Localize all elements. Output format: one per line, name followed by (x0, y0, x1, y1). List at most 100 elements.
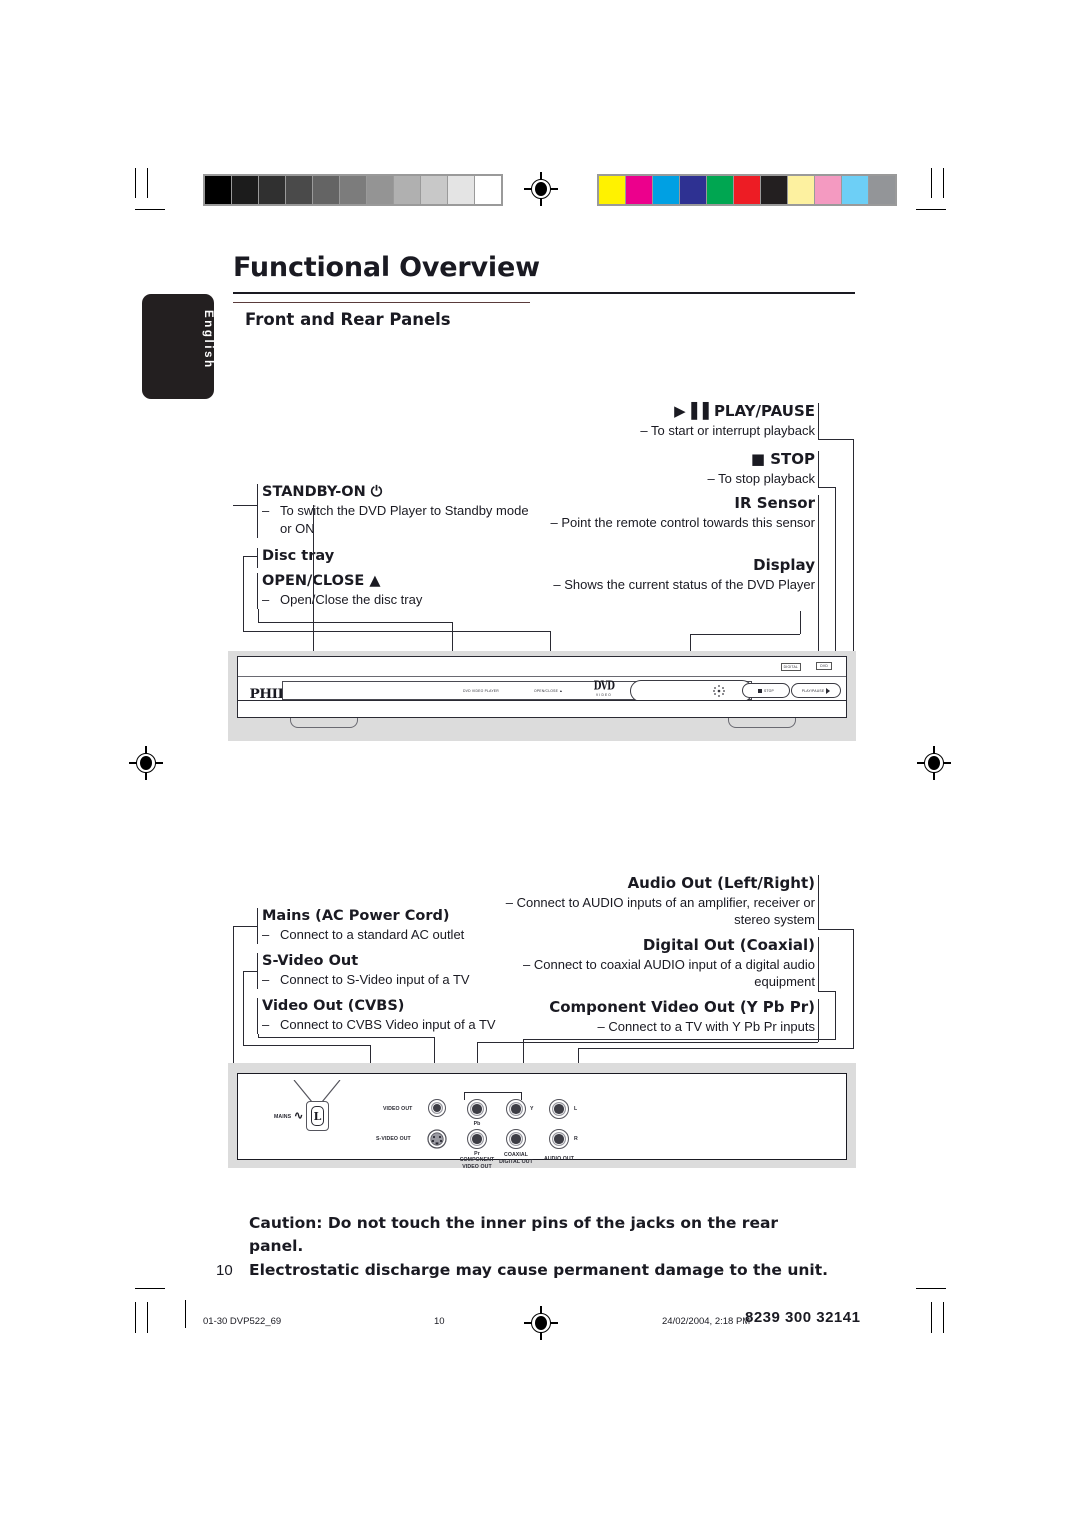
crop-mark-bottom-right (900, 1288, 946, 1333)
component-pb-jack (467, 1099, 487, 1119)
callout-video-out-cvbs: Video Out (CVBS) – Connect to CVBS Video… (262, 997, 552, 1034)
color-swatch (869, 176, 895, 204)
leader-digital-v (835, 991, 837, 1040)
callout-ir-sensor: IR Sensor – Point the remote control tow… (520, 494, 815, 531)
front-panel-top-strip (238, 657, 846, 677)
leader-disc-tray-v (243, 556, 245, 631)
callout-open-close-dash: – (262, 592, 270, 608)
subtitle-rule (233, 302, 530, 304)
front-panel-bottom-lip (237, 700, 847, 718)
callout-video-out-cvbs-body: – Connect to CVBS Video input of a TV (262, 1016, 552, 1034)
mains-connector: L (306, 1101, 329, 1131)
callout-open-close-text: Open/Close the disc tray (280, 592, 423, 608)
caution-line-1: Caution: Do not touch the inner pins of … (249, 1214, 779, 1256)
video-out-label: VIDEO OUT (383, 1106, 413, 1112)
mains-ac-symbol: ∿ (294, 1110, 304, 1122)
callout-play-pause-heading: ▶▐▐ PLAY/PAUSE (674, 402, 815, 420)
callout-stop-heading: ■ STOP (750, 450, 815, 468)
front-panel-badge-left: DIGITAL (780, 663, 801, 671)
callout-stop-body: – To stop playback (707, 470, 815, 486)
component-bracket-left (464, 1092, 466, 1100)
leader-display-v (800, 611, 802, 634)
callout-disc-tray-heading: Disc tray (262, 548, 335, 564)
registration-mark-left (129, 746, 163, 780)
open-close-label[interactable]: OPEN/CLOSE ▲ (534, 689, 563, 693)
color-swatch (653, 176, 679, 204)
callout-video-out-cvbs-dash: – (262, 1017, 270, 1033)
audio-out-right-jack (549, 1129, 569, 1149)
leader-mains-h (233, 926, 258, 928)
color-swatch (815, 176, 841, 204)
footer-timestamp: 24/02/2004, 2:18 PM (662, 1316, 751, 1327)
page-number: 10 (216, 1262, 233, 1279)
mains-plug-glyph: L (311, 1106, 324, 1126)
front-panel-foot-left (290, 718, 358, 728)
rear-panel-illustration: L MAINS ∿ VIDEO OUT S-VIDEO OUT Pb Pr CO… (237, 1073, 847, 1170)
callout-standby-on: STANDBY-ON ⏻ – To switch the DVD Player … (262, 483, 542, 537)
leader-audio-h2 (578, 1048, 854, 1050)
front-panel-badge-right: DVD (816, 662, 832, 670)
leader-play-pause-h (818, 439, 854, 441)
grayscale-swatch (448, 176, 474, 204)
crop-mark-bottom-left (135, 1288, 177, 1333)
leader-audio-v (853, 929, 855, 1049)
color-swatch (599, 176, 625, 204)
footer-filename: 01-30 DVP522_69 (203, 1316, 282, 1327)
callout-mains-dash: – (262, 927, 270, 943)
footer-code: 8239 300 32141 (745, 1309, 861, 1326)
color-swatch (626, 176, 652, 204)
mains-label: MAINS (274, 1114, 292, 1120)
leader-svideo-h (243, 971, 258, 973)
section-subtitle: Front and Rear Panels (245, 310, 451, 329)
leader-disc-tray-h2 (243, 631, 551, 633)
grayscale-swatch (232, 176, 258, 204)
callout-s-video-out-text: Connect to S-Video input of a TV (280, 972, 470, 988)
play-pause-label: PLAY/PAUSE (801, 688, 825, 693)
leader-component-h (477, 1042, 818, 1044)
callout-open-close-heading: OPEN/CLOSE ▲ (262, 573, 381, 589)
callout-display-body: – Shows the current status of the DVD Pl… (553, 576, 815, 592)
callout-standby-on-heading: STANDBY-ON ⏻ (262, 484, 383, 500)
grayscale-swatch (340, 176, 366, 204)
play-pause-button[interactable]: PLAY/PAUSE (791, 683, 841, 698)
caution-line-2: Electrostatic discharge may cause perman… (249, 1260, 829, 1279)
callout-audio-out-heading: Audio Out (Left/Right) (627, 874, 815, 892)
callout-standby-on-text: To switch the DVD Player to Standby mode… (280, 503, 529, 536)
callout-tick-component-video-out (818, 999, 820, 1035)
callout-mains-heading: Mains (AC Power Cord) (262, 908, 450, 924)
color-swatch (734, 176, 760, 204)
leader-disc-tray-h (243, 556, 258, 558)
grayscale-swatch (286, 176, 312, 204)
registration-mark-top (524, 172, 558, 206)
play-triangle-icon (826, 687, 831, 694)
callout-s-video-out-body: – Connect to S-Video input of a TV (262, 971, 552, 989)
s-video-out-label: S-VIDEO OUT (376, 1136, 411, 1142)
callout-tick-audio-out (818, 875, 820, 929)
manual-page: Functional Overview Front and Rear Panel… (0, 0, 1080, 1528)
dvd-logo-top: DVD (593, 680, 615, 694)
s-video-out-jack (427, 1129, 447, 1149)
leader-open-close-v (258, 609, 260, 623)
grayscale-swatch (421, 176, 447, 204)
callout-mains-text: Connect to a standard AC outlet (280, 927, 465, 943)
front-panel-foot-right (728, 718, 796, 728)
grayscale-swatch (475, 176, 501, 204)
callout-tick-digital-out (818, 937, 820, 991)
color-swatch (761, 176, 787, 204)
callout-ir-sensor-heading: IR Sensor (734, 494, 815, 512)
callout-tick-standby-on (257, 484, 259, 538)
display-window (630, 680, 753, 702)
callout-open-close-body: – Open/Close the disc tray (262, 591, 542, 609)
callout-ir-sensor-body: – Point the remote control towards this … (550, 514, 815, 530)
callout-s-video-out: S-Video Out – Connect to S-Video input o… (262, 952, 552, 989)
crop-mark-top-right (900, 168, 946, 211)
language-tab: English (142, 294, 214, 399)
callout-mains-body: – Connect to a standard AC outlet (262, 926, 552, 944)
callout-tick-open-close (257, 573, 259, 609)
stop-button[interactable]: STOP (742, 683, 790, 698)
footer-rule (185, 1300, 187, 1328)
grayscale-swatch (205, 176, 231, 204)
footer-page: 10 (434, 1316, 445, 1327)
video-out-jack (428, 1099, 446, 1117)
callout-standby-on-body: – To switch the DVD Player to Standby mo… (262, 502, 542, 537)
